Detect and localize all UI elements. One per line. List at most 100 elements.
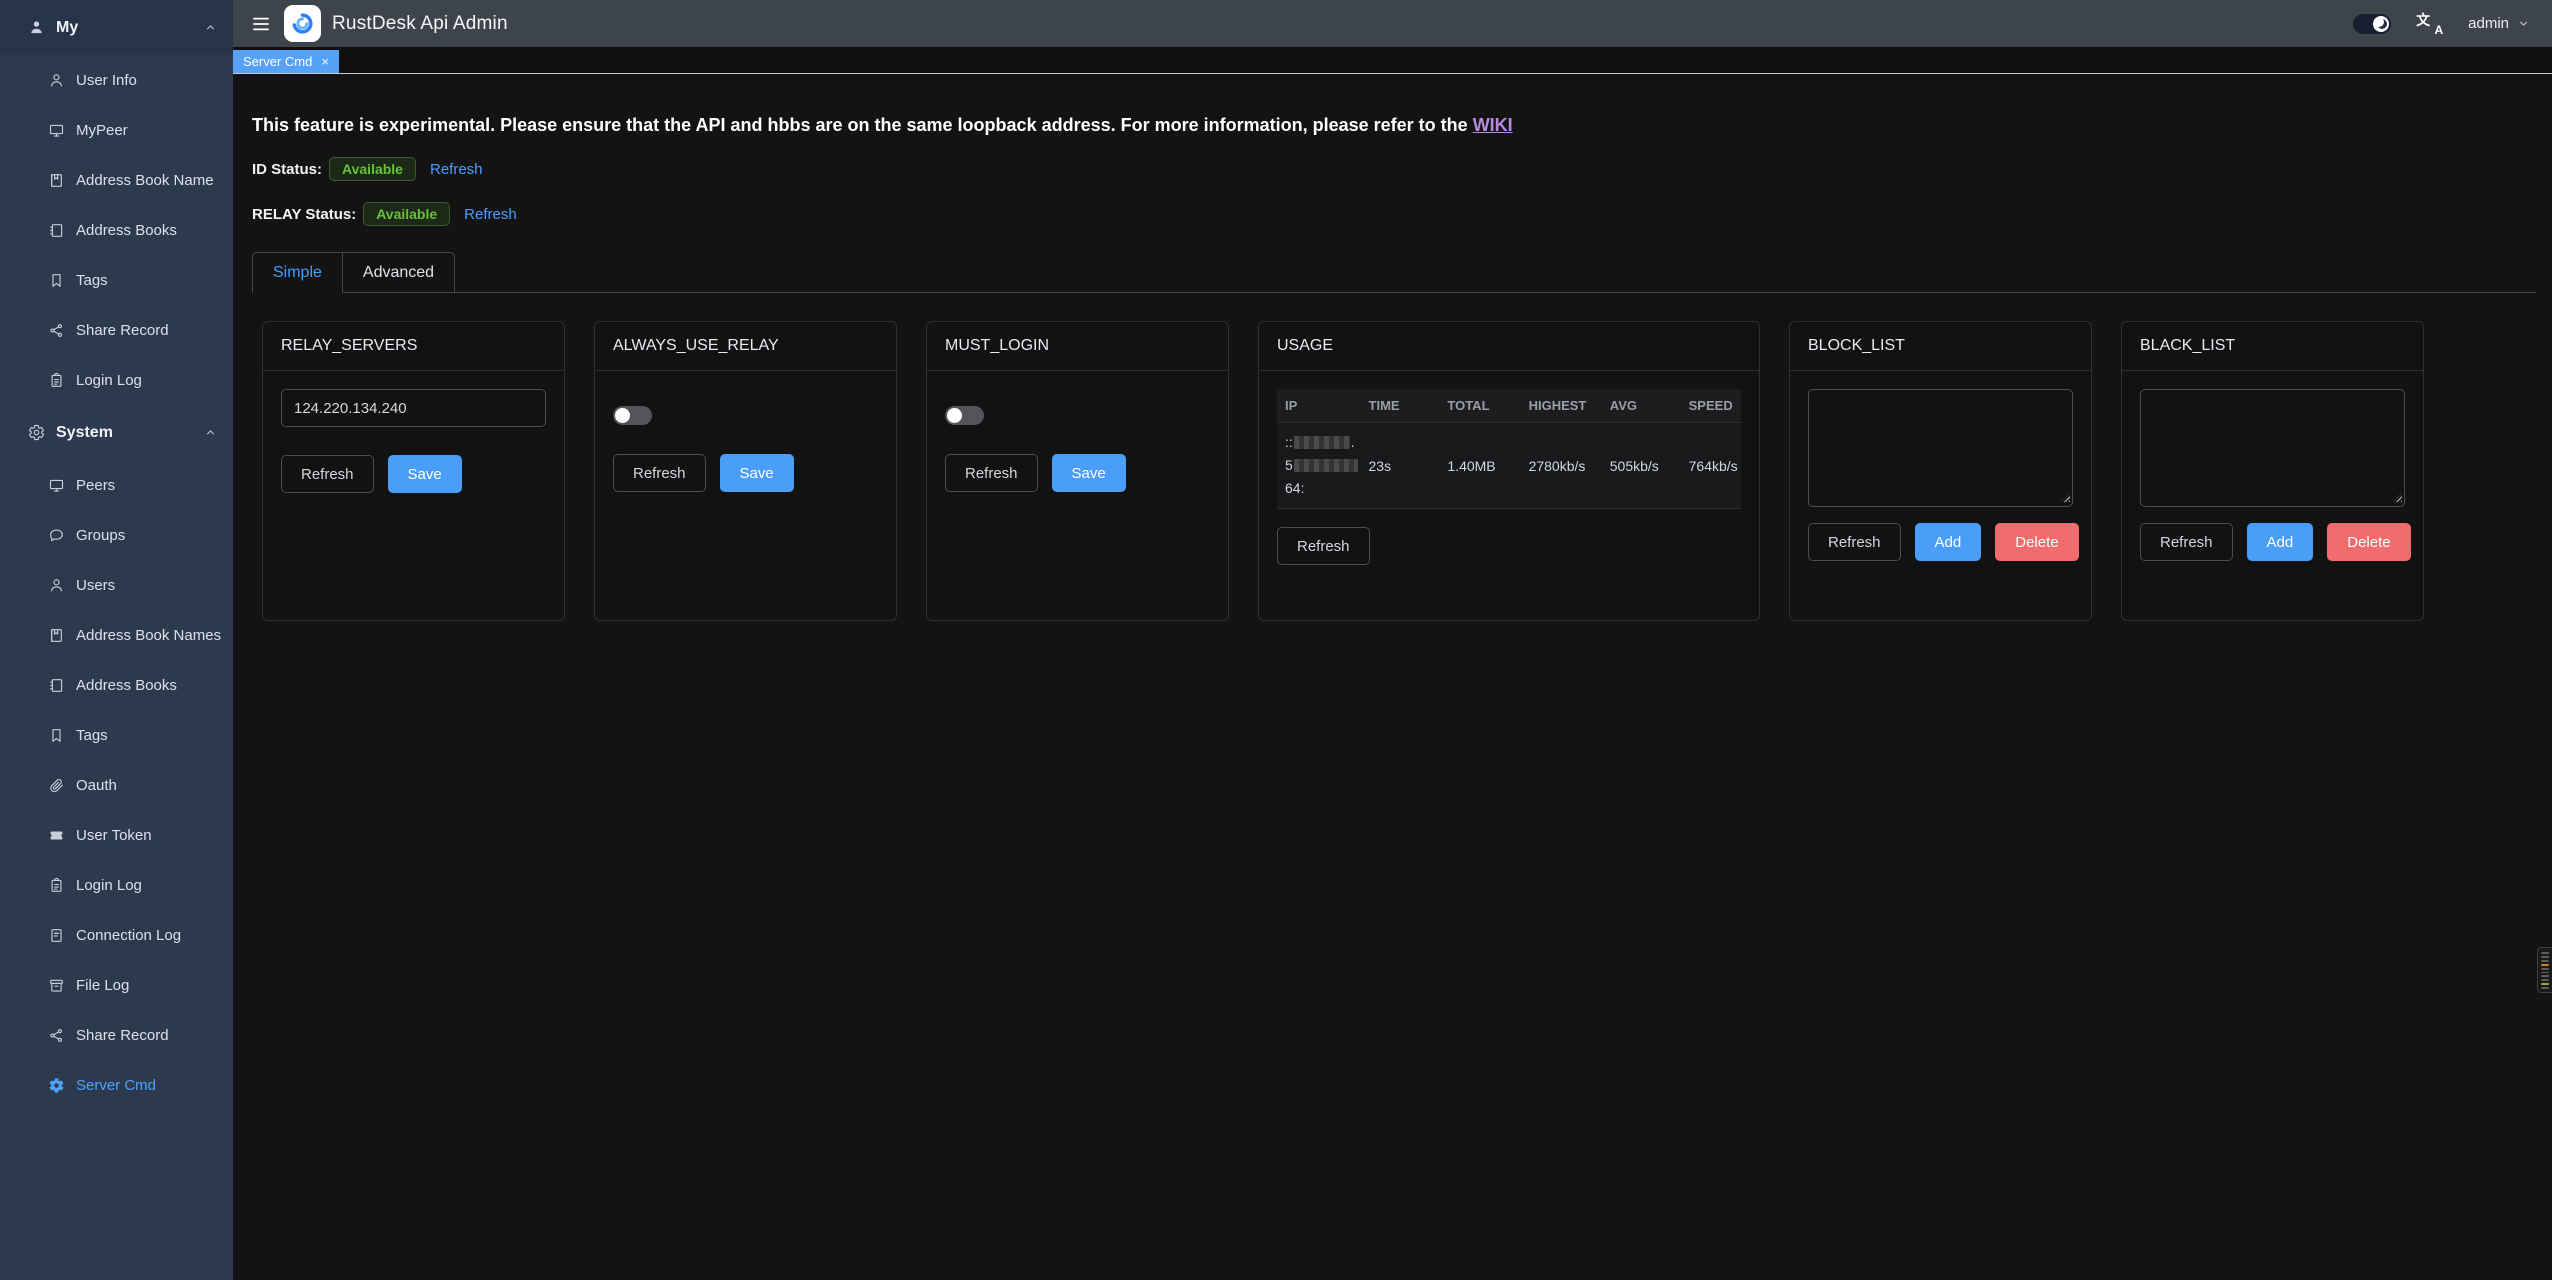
- sidebar-item-address-books[interactable]: Address Books: [0, 205, 233, 255]
- sidebar-section: System Peers Groups Users Address Book N…: [0, 405, 233, 1110]
- clipboard-icon: [48, 877, 65, 894]
- edge-widget-bar: [2541, 987, 2549, 989]
- block-list-textarea[interactable]: [1808, 389, 2073, 507]
- sidebar-item-address-book-names[interactable]: Address Book Names: [0, 610, 233, 660]
- usage-col-total: TOTAL: [1439, 389, 1520, 423]
- paperclip-icon: [48, 777, 65, 794]
- bookmark-icon: [48, 727, 65, 744]
- edge-widget-bar: [2541, 964, 2549, 966]
- username: admin: [2468, 15, 2509, 32]
- relay-servers-input[interactable]: [281, 389, 546, 427]
- id-status-row: ID Status: Available Refresh: [252, 157, 2536, 181]
- always-use-relay-refresh-button[interactable]: Refresh: [613, 454, 706, 492]
- sidebar-section-system[interactable]: System: [0, 405, 233, 460]
- always-use-relay-toggle[interactable]: [613, 406, 652, 425]
- always-use-relay-save-button[interactable]: Save: [720, 454, 794, 492]
- sidebar-item-server-cmd[interactable]: Server Cmd: [0, 1060, 233, 1110]
- usage-total-cell: 1.40MB: [1439, 423, 1520, 509]
- must-login-toggle[interactable]: [945, 406, 984, 425]
- usage-ip-cell: ::. 5 64:: [1277, 423, 1361, 509]
- sidebar-section: My User Info MyPeer Address Book Name Ad…: [0, 0, 233, 405]
- dark-mode-toggle[interactable]: [2353, 14, 2391, 34]
- sidebar-item-share-record[interactable]: Share Record: [0, 305, 233, 355]
- user-filled-icon: [28, 19, 45, 36]
- black-list-refresh-button[interactable]: Refresh: [2140, 523, 2233, 561]
- usage-speed-cell: 764kb/s: [1681, 423, 1741, 509]
- rustdesk-logo: [284, 5, 321, 42]
- black-list-title: BLACK_LIST: [2122, 322, 2423, 371]
- sidebar-item-login-log[interactable]: Login Log: [0, 860, 233, 910]
- sidebar-item-users[interactable]: Users: [0, 560, 233, 610]
- gear-icon: [28, 424, 45, 441]
- usage-time-cell: 23s: [1361, 423, 1440, 509]
- edge-widget-bar: [2541, 983, 2549, 985]
- tab-close-icon[interactable]: ×: [321, 55, 329, 68]
- card-always-use-relay: ALWAYS_USE_RELAY Refresh Save: [594, 321, 897, 621]
- chevron-down-icon: [2517, 17, 2530, 30]
- sidebar-item-oauth[interactable]: Oauth: [0, 760, 233, 810]
- edge-extension-widget[interactable]: [2537, 947, 2552, 993]
- must-login-save-button[interactable]: Save: [1052, 454, 1126, 492]
- user-dropdown[interactable]: admin: [2468, 15, 2530, 32]
- page-tabbar: Server Cmd ×: [233, 47, 2552, 74]
- edge-widget-bar: [2541, 975, 2549, 977]
- black-list-textarea[interactable]: [2140, 389, 2405, 507]
- always-use-relay-title: ALWAYS_USE_RELAY: [595, 322, 896, 371]
- sidebar-item-groups[interactable]: Groups: [0, 510, 233, 560]
- redacted-ip-segment: [1294, 459, 1358, 472]
- usage-col-avg: AVG: [1602, 389, 1681, 423]
- tab-advanced[interactable]: Advanced: [343, 252, 455, 293]
- relay-servers-refresh-button[interactable]: Refresh: [281, 455, 374, 493]
- usage-refresh-button[interactable]: Refresh: [1277, 527, 1370, 565]
- sidebar-item-tags[interactable]: Tags: [0, 255, 233, 305]
- sidebar-item-connection-log[interactable]: Connection Log: [0, 910, 233, 960]
- id-status-badge: Available: [329, 157, 416, 181]
- edge-widget-bar: [2541, 956, 2549, 958]
- sidebar-item-tags[interactable]: Tags: [0, 710, 233, 760]
- moon-icon: [2373, 16, 2389, 32]
- sidebar-item-user-info[interactable]: User Info: [0, 55, 233, 105]
- black-list-delete-button[interactable]: Delete: [2327, 523, 2410, 561]
- ticket-icon: [48, 827, 65, 844]
- language-translate-icon[interactable]: 文 A: [2416, 12, 2443, 36]
- block-list-delete-button[interactable]: Delete: [1995, 523, 2078, 561]
- tab-simple[interactable]: Simple: [252, 252, 343, 293]
- block-list-title: BLOCK_LIST: [1790, 322, 2091, 371]
- sidebar-item-share-record[interactable]: Share Record: [0, 1010, 233, 1060]
- chat-icon: [48, 527, 65, 544]
- block-list-refresh-button[interactable]: Refresh: [1808, 523, 1901, 561]
- relay-status-row: RELAY Status: Available Refresh: [252, 202, 2536, 226]
- must-login-refresh-button[interactable]: Refresh: [945, 454, 1038, 492]
- id-status-label: ID Status:: [252, 161, 322, 178]
- sidebar-item-address-books[interactable]: Address Books: [0, 660, 233, 710]
- card-relay-servers: RELAY_SERVERS Refresh Save: [262, 321, 565, 621]
- sidebar-item-peers[interactable]: Peers: [0, 460, 233, 510]
- monitor-icon: [48, 122, 65, 139]
- usage-col-highest: HIGHEST: [1521, 389, 1602, 423]
- black-list-add-button[interactable]: Add: [2247, 523, 2314, 561]
- edge-widget-bar: [2541, 979, 2549, 981]
- sidebar-item-login-log[interactable]: Login Log: [0, 355, 233, 405]
- page-tab-server-cmd[interactable]: Server Cmd ×: [233, 50, 339, 73]
- relay-status-refresh-link[interactable]: Refresh: [464, 206, 517, 223]
- sidebar-item-address-book-name[interactable]: Address Book Name: [0, 155, 233, 205]
- sidebar-item-user-token[interactable]: User Token: [0, 810, 233, 860]
- usage-table: IP TIME TOTAL HIGHEST AVG SPEED ::.: [1277, 389, 1741, 509]
- sidebar-item-file-log[interactable]: File Log: [0, 960, 233, 1010]
- sidebar-section-my[interactable]: My: [0, 0, 233, 55]
- usage-table-row: ::. 5 64: 23s 1.40MB 2780kb/s 505kb/s 76…: [1277, 423, 1741, 509]
- card-block-list: BLOCK_LIST Refresh Add Delete: [1789, 321, 2092, 621]
- usage-col-time: TIME: [1361, 389, 1440, 423]
- topbar: RustDesk Api Admin 文 A admin: [233, 0, 2552, 47]
- sidebar-item-mypeer[interactable]: MyPeer: [0, 105, 233, 155]
- relay-servers-save-button[interactable]: Save: [388, 455, 462, 493]
- edge-widget-bar: [2541, 952, 2549, 954]
- block-list-add-button[interactable]: Add: [1915, 523, 1982, 561]
- sidebar-collapse-icon[interactable]: [251, 14, 271, 34]
- cards-row: RELAY_SERVERS Refresh Save ALWAYS_USE_RE…: [262, 321, 2536, 621]
- sidebar-nav: My User Info MyPeer Address Book Name Ad…: [0, 0, 233, 1110]
- wiki-link[interactable]: WIKI: [1473, 115, 1513, 135]
- main-content: This feature is experimental. Please ens…: [233, 75, 2552, 1280]
- id-status-refresh-link[interactable]: Refresh: [430, 161, 483, 178]
- page-tab-label: Server Cmd: [243, 54, 312, 69]
